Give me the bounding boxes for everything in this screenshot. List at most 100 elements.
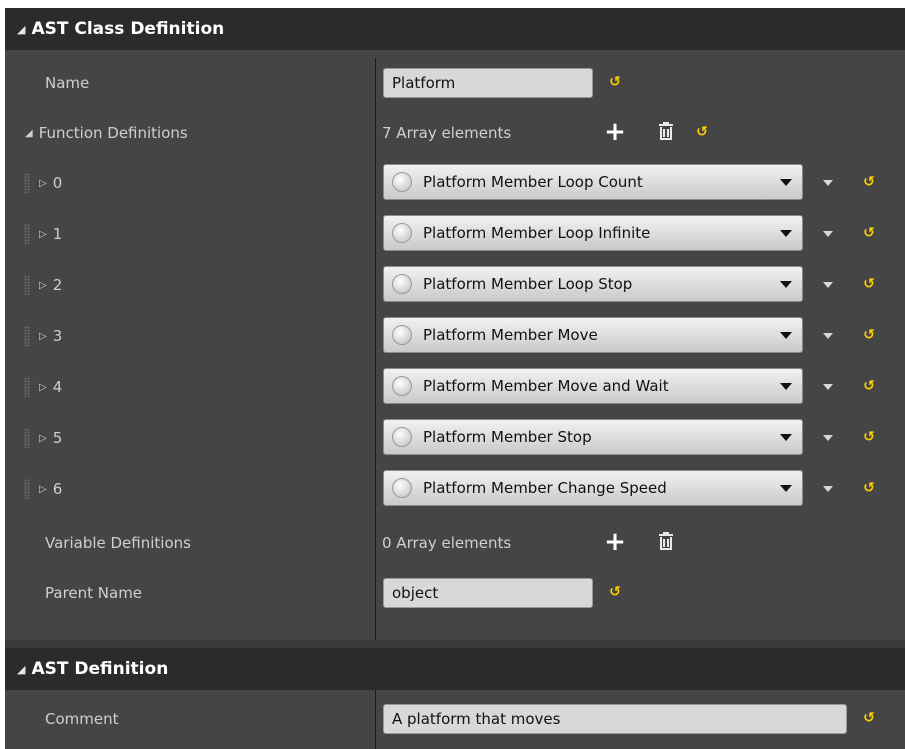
array-element-label[interactable]: ▷ 2 <box>39 260 62 310</box>
array-element-label[interactable]: ▷ 6 <box>39 464 62 514</box>
triangle-right-icon: ▷ <box>39 330 47 342</box>
function-combo-box[interactable]: Platform Member Loop Stop <box>383 266 803 302</box>
radio-icon <box>392 478 412 498</box>
chevron-down-icon <box>780 229 792 237</box>
array-count: 7 Array elements <box>382 124 512 142</box>
property-row-name: Name Platform ↺ <box>5 58 905 108</box>
triangle-right-icon: ▷ <box>39 432 47 444</box>
triangle-right-icon: ▷ <box>39 177 47 189</box>
array-element-label[interactable]: ▷ 3 <box>39 311 62 361</box>
radio-icon <box>392 274 412 294</box>
drag-grip-icon[interactable] <box>24 479 30 499</box>
property-row-variable-definitions: Variable Definitions 0 Array elements + <box>5 518 905 568</box>
property-label-variable-definitions: Variable Definitions <box>45 534 191 552</box>
combo-value: Platform Member Loop Infinite <box>423 224 651 242</box>
category-header-ast-class-definition[interactable]: ◢ AST Class Definition <box>5 8 905 50</box>
reset-to-default-icon[interactable]: ↺ <box>608 585 622 599</box>
element-options-icon[interactable] <box>823 333 833 339</box>
array-element-row: ▷ 4 Platform Member Move and Wait ↺ <box>5 362 905 412</box>
drag-grip-icon[interactable] <box>24 377 30 397</box>
drag-grip-icon[interactable] <box>24 428 30 448</box>
triangle-down-icon: ◢ <box>17 662 26 676</box>
trash-icon[interactable] <box>659 122 673 140</box>
radio-icon <box>392 427 412 447</box>
triangle-down-icon: ◢ <box>17 22 26 36</box>
array-element-index: 1 <box>52 225 63 243</box>
property-label-parent-name: Parent Name <box>45 584 143 602</box>
reset-to-default-icon[interactable]: ↺ <box>862 328 876 342</box>
category-header-ast-definition[interactable]: ◢ AST Definition <box>5 648 905 690</box>
triangle-right-icon: ▷ <box>39 228 47 240</box>
function-combo-box[interactable]: Platform Member Stop <box>383 419 803 455</box>
category-title: AST Class Definition <box>31 19 225 39</box>
combo-value: Platform Member Change Speed <box>423 479 667 497</box>
chevron-down-icon <box>780 484 792 492</box>
array-element-index: 0 <box>52 174 63 192</box>
property-label-comment: Comment <box>45 710 119 728</box>
property-label-name: Name <box>45 74 90 92</box>
reset-to-default-icon[interactable]: ↺ <box>608 75 622 89</box>
property-row-function-definitions: ◢ Function Definitions 7 Array elements … <box>5 108 905 158</box>
name-field[interactable]: Platform <box>383 68 593 98</box>
function-combo-box[interactable]: Platform Member Loop Infinite <box>383 215 803 251</box>
triangle-right-icon: ▷ <box>39 381 47 393</box>
reset-to-default-icon[interactable]: ↺ <box>862 226 876 240</box>
function-combo-box[interactable]: Platform Member Move and Wait <box>383 368 803 404</box>
combo-value: Platform Member Loop Stop <box>423 275 633 293</box>
array-element-row: ▷ 0 Platform Member Loop Count ↺ <box>5 158 905 208</box>
array-element-label[interactable]: ▷ 5 <box>39 413 62 463</box>
drag-grip-icon[interactable] <box>24 224 30 244</box>
property-label-function-definitions[interactable]: ◢ Function Definitions <box>25 108 188 158</box>
array-element-label[interactable]: ▷ 1 <box>39 209 62 259</box>
element-options-icon[interactable] <box>823 180 833 186</box>
add-element-button[interactable]: + <box>604 529 626 555</box>
element-options-icon[interactable] <box>823 486 833 492</box>
array-element-label[interactable]: ▷ 4 <box>39 362 62 412</box>
array-element-row: ▷ 1 Platform Member Loop Infinite ↺ <box>5 209 905 259</box>
reset-to-default-icon[interactable]: ↺ <box>862 430 876 444</box>
reset-to-default-icon[interactable]: ↺ <box>862 379 876 393</box>
array-element-label[interactable]: ▷ 0 <box>39 158 62 208</box>
add-element-button[interactable]: + <box>604 119 626 145</box>
array-element-row: ▷ 2 Platform Member Loop Stop ↺ <box>5 260 905 310</box>
array-count: 0 Array elements <box>382 534 512 552</box>
array-element-index: 6 <box>52 480 63 498</box>
chevron-down-icon <box>780 331 792 339</box>
array-element-row: ▷ 3 Platform Member Move ↺ <box>5 311 905 361</box>
function-combo-box[interactable]: Platform Member Loop Count <box>383 164 803 200</box>
element-options-icon[interactable] <box>823 231 833 237</box>
radio-icon <box>392 223 412 243</box>
function-combo-box[interactable]: Platform Member Change Speed <box>383 470 803 506</box>
array-element-index: 4 <box>52 378 63 396</box>
drag-grip-icon[interactable] <box>24 275 30 295</box>
element-options-icon[interactable] <box>823 435 833 441</box>
drag-grip-icon[interactable] <box>24 173 30 193</box>
reset-to-default-icon[interactable]: ↺ <box>862 711 876 725</box>
property-row-parent-name: Parent Name object ↺ <box>5 568 905 618</box>
array-element-index: 5 <box>52 429 63 447</box>
element-options-icon[interactable] <box>823 282 833 288</box>
category-separator <box>5 640 905 648</box>
combo-value: Platform Member Move <box>423 326 598 344</box>
reset-to-default-icon[interactable]: ↺ <box>862 481 876 495</box>
category-title: AST Definition <box>31 659 169 679</box>
trash-icon[interactable] <box>659 532 673 550</box>
reset-to-default-icon[interactable]: ↺ <box>862 277 876 291</box>
array-element-row: ▷ 6 Platform Member Change Speed ↺ <box>5 464 905 514</box>
array-element-index: 3 <box>52 327 63 345</box>
reset-to-default-icon[interactable]: ↺ <box>862 175 876 189</box>
function-definitions-label: Function Definitions <box>38 124 188 142</box>
drag-grip-icon[interactable] <box>24 326 30 346</box>
triangle-down-icon: ◢ <box>25 127 33 139</box>
combo-value: Platform Member Move and Wait <box>423 377 669 395</box>
chevron-down-icon <box>780 178 792 186</box>
combo-value: Platform Member Loop Count <box>423 173 643 191</box>
comment-field[interactable]: A platform that moves <box>383 704 847 734</box>
radio-icon <box>392 376 412 396</box>
parent-name-field[interactable]: object <box>383 578 593 608</box>
radio-icon <box>392 172 412 192</box>
element-options-icon[interactable] <box>823 384 833 390</box>
reset-to-default-icon[interactable]: ↺ <box>695 125 709 139</box>
details-panel: ◢ AST Class Definition Name Platform ↺ ◢… <box>5 8 905 749</box>
function-combo-box[interactable]: Platform Member Move <box>383 317 803 353</box>
